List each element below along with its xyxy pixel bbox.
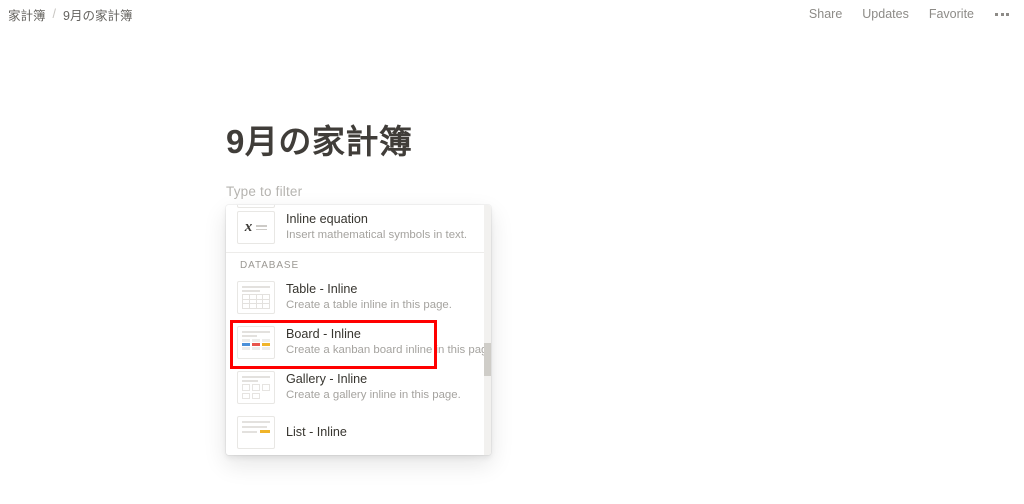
breadcrumb-parent[interactable]: 家計簿 — [8, 5, 46, 24]
page-title[interactable]: 9月の家計簿 — [226, 122, 412, 162]
clipped-icon — [237, 205, 275, 208]
top-bar-actions: Share Updates Favorite — [809, 7, 1010, 21]
share-button[interactable]: Share — [809, 7, 842, 21]
menu-item-labels: Table - Inline Create a table inline in … — [286, 282, 452, 313]
menu-scroll-content: x Inline equation Insert mathematical sy… — [226, 205, 491, 455]
top-bar: 家計簿 / 9月の家計簿 Share Updates Favorite — [0, 0, 1024, 28]
more-horizontal-icon[interactable] — [994, 11, 1010, 18]
table-icon-grid — [242, 294, 270, 309]
menu-item-title: Table - Inline — [286, 282, 358, 296]
menu-section-header-database: DATABASE — [226, 252, 491, 275]
menu-item-labels: Inline equation Insert mathematical symb… — [286, 212, 467, 243]
menu-item-inline-equation[interactable]: x Inline equation Insert mathematical sy… — [226, 205, 491, 250]
gallery-icon-grid — [242, 384, 270, 399]
menu-item-labels: Gallery - Inline Create a gallery inline… — [286, 372, 461, 403]
inline-equation-icon: x — [237, 211, 275, 244]
menu-scrollbar-thumb[interactable] — [484, 343, 491, 376]
menu-item-description: Create a gallery inline in this page. — [286, 389, 461, 401]
board-icon-header-lines — [242, 331, 270, 337]
updates-button[interactable]: Updates — [862, 7, 909, 21]
board-icon-column — [262, 339, 270, 354]
block-type-menu[interactable]: x Inline equation Insert mathematical sy… — [226, 205, 491, 455]
menu-item-board-inline[interactable]: Board - Inline Create a kanban board inl… — [226, 320, 491, 365]
board-icon-column — [242, 339, 250, 354]
breadcrumb: 家計簿 / 9月の家計簿 — [8, 5, 132, 24]
menu-item-description: Create a table inline in this page. — [286, 299, 452, 311]
menu-item-description: Create a kanban board inline in this pag… — [286, 344, 491, 356]
gallery-icon-header-lines — [242, 376, 270, 382]
menu-item-labels: Board - Inline Create a kanban board inl… — [286, 327, 491, 358]
menu-item-table-inline[interactable]: Table - Inline Create a table inline in … — [226, 275, 491, 320]
menu-item-description: Insert mathematical symbols in text. — [286, 229, 468, 241]
menu-scrollbar[interactable] — [484, 205, 491, 455]
list-icon-lines — [242, 421, 270, 433]
board-icon-column — [252, 339, 260, 354]
menu-item-gallery-inline[interactable]: Gallery - Inline Create a gallery inline… — [226, 365, 491, 410]
equation-lines-glyph — [256, 225, 268, 230]
list-inline-icon — [237, 416, 275, 449]
table-inline-icon — [237, 281, 275, 314]
equation-x-glyph: x — [244, 219, 253, 235]
board-icon-columns — [242, 339, 270, 354]
list-icon-accent-row — [242, 430, 270, 433]
breadcrumb-separator: / — [52, 7, 56, 21]
menu-item-title: Board - Inline — [286, 327, 361, 341]
menu-item-list-inline[interactable]: List - Inline — [226, 410, 491, 455]
breadcrumb-current[interactable]: 9月の家計簿 — [63, 5, 132, 24]
menu-item-title: Gallery - Inline — [286, 372, 368, 386]
filter-placeholder-text[interactable]: Type to filter — [226, 184, 302, 199]
table-icon-header-lines — [242, 286, 270, 292]
menu-item-title: Inline equation — [286, 212, 368, 226]
gallery-inline-icon — [237, 371, 275, 404]
menu-item-labels: List - Inline — [286, 425, 347, 441]
menu-item-title: List - Inline — [286, 424, 347, 439]
favorite-button[interactable]: Favorite — [929, 7, 974, 21]
board-inline-icon — [237, 326, 275, 359]
